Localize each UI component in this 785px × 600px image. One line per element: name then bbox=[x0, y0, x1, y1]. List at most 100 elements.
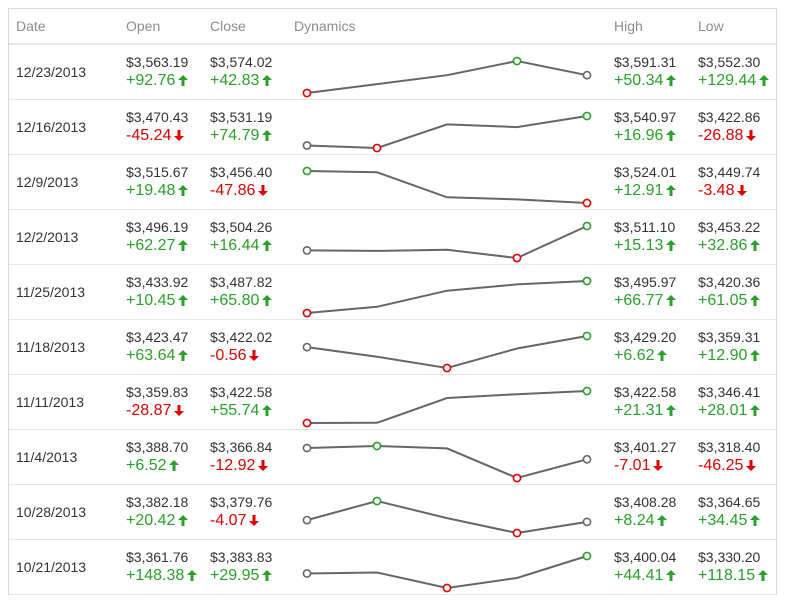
change-value: -0.56 bbox=[210, 347, 247, 364]
change-value: +55.74 bbox=[210, 402, 260, 419]
table-row[interactable]: 11/11/2013 $3,359.83 -28.87 $3,422.58 +55.74… bbox=[9, 375, 776, 430]
open-change: -28.87 bbox=[126, 400, 188, 422]
date-cell: 12/9/2013 bbox=[16, 174, 79, 190]
change-value: +44.41 bbox=[614, 567, 664, 584]
low-change: +28.01 bbox=[698, 400, 761, 422]
change-value: +61.05 bbox=[698, 292, 748, 309]
sparkline-marker bbox=[302, 515, 312, 525]
change-value: +19.48 bbox=[126, 182, 176, 199]
header-open[interactable]: Open bbox=[126, 18, 160, 34]
sparkline-marker bbox=[582, 198, 592, 208]
change-value: -12.92 bbox=[210, 457, 256, 474]
high-price: $3,495.97 bbox=[614, 274, 677, 290]
sparkline-path bbox=[306, 499, 588, 535]
high-price: $3,429.20 bbox=[614, 329, 677, 345]
arrow-up-icon bbox=[750, 350, 761, 361]
close-cell: $3,383.83 +29.95 bbox=[210, 549, 273, 587]
high-change: +50.34 bbox=[614, 70, 677, 92]
arrow-up-icon bbox=[262, 130, 273, 141]
header-dynamics[interactable]: Dynamics bbox=[294, 18, 355, 34]
low-change: +32.86 bbox=[698, 235, 761, 257]
high-cell: $3,591.31 +50.34 bbox=[614, 54, 677, 92]
high-cell: $3,511.10 +15.13 bbox=[614, 219, 677, 257]
change-value: +148.38 bbox=[126, 567, 185, 584]
change-value: +50.34 bbox=[614, 72, 664, 89]
close-change: +16.44 bbox=[210, 235, 273, 257]
dynamics-sparkline bbox=[302, 56, 592, 98]
high-price: $3,408.28 bbox=[614, 494, 677, 510]
close-cell: $3,531.19 +74.79 bbox=[210, 109, 273, 147]
close-cell: $3,422.58 +55.74 bbox=[210, 384, 273, 422]
arrow-up-icon bbox=[262, 295, 273, 306]
low-price: $3,420.36 bbox=[698, 274, 761, 290]
close-price: $3,422.02 bbox=[210, 329, 273, 345]
change-value: +15.13 bbox=[614, 237, 664, 254]
low-change: +34.45 bbox=[698, 510, 761, 532]
dynamics-sparkline bbox=[302, 331, 592, 373]
change-value: -26.88 bbox=[698, 127, 744, 144]
sparkline-marker bbox=[582, 70, 592, 80]
table-row[interactable]: 10/21/2013 $3,361.76 +148.38 $3,383.83 +29.9… bbox=[9, 540, 776, 595]
arrow-up-icon bbox=[666, 185, 677, 196]
arrow-up-icon bbox=[666, 405, 677, 416]
low-change: -26.88 bbox=[698, 125, 760, 147]
low-change: +61.05 bbox=[698, 290, 761, 312]
close-cell: $3,504.26 +16.44 bbox=[210, 219, 273, 257]
change-value: +32.86 bbox=[698, 237, 748, 254]
table-row[interactable]: 12/16/2013 $3,470.43 -45.24 $3,531.19 +74.79… bbox=[9, 100, 776, 155]
arrow-down-icon bbox=[737, 185, 748, 196]
table-row[interactable]: 10/28/2013 $3,382.18 +20.42 $3,379.76 -4.07 $… bbox=[9, 485, 776, 540]
change-value: -7.01 bbox=[614, 457, 651, 474]
arrow-up-icon bbox=[187, 570, 198, 581]
date-cell: 12/16/2013 bbox=[16, 119, 87, 135]
open-change: +6.52 bbox=[126, 455, 188, 477]
change-value: +74.79 bbox=[210, 127, 260, 144]
table-row[interactable]: 12/2/2013 $3,496.19 +62.27 $3,504.26 +16.44 $… bbox=[9, 210, 776, 265]
open-price: $3,515.67 bbox=[126, 164, 189, 180]
low-price: $3,359.31 bbox=[698, 329, 761, 345]
table-row[interactable]: 11/4/2013 $3,388.70 +6.52 $3,366.84 -12.92 $3… bbox=[9, 430, 776, 485]
high-price: $3,401.27 bbox=[614, 439, 677, 455]
sparkline-marker bbox=[302, 166, 312, 176]
table-row[interactable]: 12/23/2013 $3,563.19 +92.76 $3,574.02 +42.83… bbox=[9, 45, 776, 100]
arrow-up-icon bbox=[750, 515, 761, 526]
table-row[interactable]: 11/25/2013 $3,433.92 +10.45 $3,487.82 +65.80… bbox=[9, 265, 776, 320]
low-cell: $3,330.20 +118.15 bbox=[698, 549, 769, 587]
table-header: Date Open Close Dynamics High Low bbox=[9, 9, 776, 45]
arrow-down-icon bbox=[258, 460, 269, 471]
dynamics-sparkline bbox=[302, 386, 592, 428]
header-date[interactable]: Date bbox=[16, 18, 46, 34]
open-cell: $3,496.19 +62.27 bbox=[126, 219, 189, 257]
table-row[interactable]: 12/9/2013 $3,515.67 +19.48 $3,456.40 -47.86 $… bbox=[9, 155, 776, 210]
dynamics-sparkline bbox=[302, 551, 592, 593]
close-change: +55.74 bbox=[210, 400, 273, 422]
low-cell: $3,359.31 +12.90 bbox=[698, 329, 761, 367]
table-row[interactable]: 11/18/2013 $3,423.47 +63.64 $3,422.02 -0.56 $… bbox=[9, 320, 776, 375]
high-change: -7.01 bbox=[614, 455, 676, 477]
low-change: +129.44 bbox=[698, 70, 770, 92]
sparkline-marker bbox=[582, 517, 592, 527]
sparkline-marker bbox=[302, 418, 312, 428]
arrow-down-icon bbox=[249, 515, 260, 526]
open-cell: $3,359.83 -28.87 bbox=[126, 384, 188, 422]
close-change: -12.92 bbox=[210, 455, 272, 477]
high-cell: $3,401.27 -7.01 bbox=[614, 439, 676, 477]
header-close[interactable]: Close bbox=[210, 18, 246, 34]
low-cell: $3,420.36 +61.05 bbox=[698, 274, 761, 312]
arrow-down-icon bbox=[174, 405, 185, 416]
date-cell: 11/25/2013 bbox=[16, 284, 86, 300]
header-high[interactable]: High bbox=[614, 18, 643, 34]
stock-table: Date Open Close Dynamics High Low 12/23/… bbox=[8, 8, 777, 595]
header-low[interactable]: Low bbox=[698, 18, 724, 34]
change-value: +8.24 bbox=[614, 512, 655, 529]
arrow-down-icon bbox=[653, 460, 664, 471]
low-cell: $3,364.65 +34.45 bbox=[698, 494, 761, 532]
arrow-up-icon bbox=[178, 515, 189, 526]
close-change: -0.56 bbox=[210, 345, 272, 367]
dynamics-sparkline bbox=[302, 221, 592, 263]
high-change: +16.96 bbox=[614, 125, 677, 147]
arrow-down-icon bbox=[249, 350, 260, 361]
low-price: $3,364.65 bbox=[698, 494, 761, 510]
low-cell: $3,318.40 -46.25 bbox=[698, 439, 760, 477]
sparkline-path bbox=[306, 115, 588, 150]
